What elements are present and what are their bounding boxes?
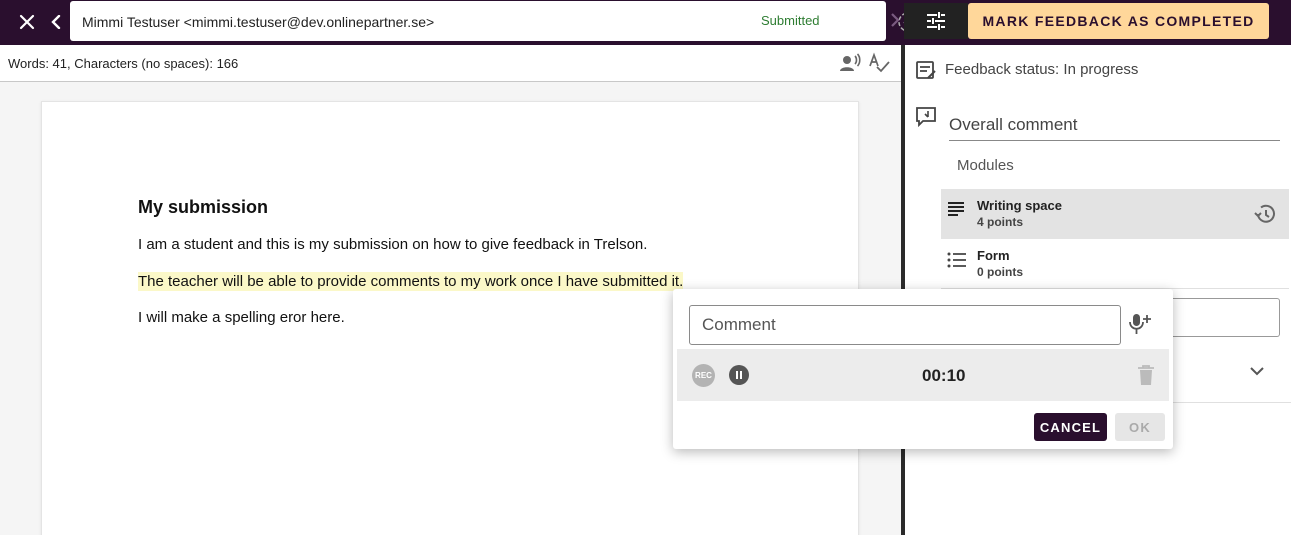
highlighted-paragraph[interactable]: The teacher will be able to provide comm…	[138, 272, 684, 291]
module-form[interactable]: Form 0 points	[941, 239, 1289, 289]
comment-input[interactable]	[689, 305, 1121, 345]
module-name: Writing space	[977, 198, 1063, 213]
module-points: 0 points	[977, 265, 1024, 279]
pause-icon	[736, 371, 742, 379]
word-count: Words: 41, Characters (no spaces): 166	[8, 56, 239, 71]
document-toolbar: Words: 41, Characters (no spaces): 166	[0, 45, 901, 82]
feedback-status-icon	[915, 59, 937, 86]
settings-button[interactable]	[904, 3, 968, 39]
delete-recording-button[interactable]	[1137, 364, 1155, 391]
voice-recording-row: REC 00:10	[677, 349, 1169, 401]
student-name: Mimmi Testuser <mimmi.testuser@dev.onlin…	[82, 14, 435, 30]
document-paragraph: I am a student and this is my submission…	[138, 236, 648, 253]
tune-icon	[927, 12, 945, 30]
overall-comment-field[interactable]: Overall comment	[949, 115, 1077, 135]
module-points: 4 points	[977, 215, 1024, 229]
previous-student-button[interactable]	[46, 10, 66, 34]
document-paragraph: I will make a spelling eror here.	[138, 309, 345, 326]
module-name: Form	[977, 248, 1010, 263]
text-to-speech-icon[interactable]	[839, 52, 861, 79]
record-button[interactable]: REC	[692, 364, 715, 387]
feedback-status: Feedback status: In progress	[945, 61, 1139, 78]
mark-feedback-completed-button[interactable]: MARK FEEDBACK AS COMPLETED	[968, 3, 1269, 39]
chevron-right-icon	[891, 13, 900, 27]
recording-timer: 00:10	[922, 366, 966, 385]
notes-icon	[947, 201, 965, 222]
microphone-plus-icon	[1129, 314, 1151, 334]
modules-heading: Modules	[957, 157, 1014, 174]
section-divider	[1173, 402, 1291, 403]
trash-icon	[1138, 365, 1154, 385]
submission-status: Submitted	[761, 13, 820, 28]
pause-button[interactable]	[729, 365, 749, 385]
partially-hidden-input[interactable]	[1160, 298, 1280, 337]
chevron-left-icon	[51, 15, 61, 29]
list-icon	[947, 251, 967, 274]
add-voice-comment-button[interactable]	[1127, 311, 1153, 342]
close-button[interactable]	[14, 10, 40, 34]
history-icon[interactable]	[1253, 202, 1277, 231]
overall-comment-underline	[949, 140, 1280, 141]
next-student-button[interactable]	[890, 12, 900, 33]
document-title: My submission	[138, 197, 269, 217]
cancel-button[interactable]: CANCEL	[1034, 413, 1107, 441]
ok-button[interactable]: OK	[1115, 413, 1165, 441]
close-icon	[19, 14, 35, 30]
top-bar: Mimmi Testuser <mimmi.testuser@dev.onlin…	[0, 0, 1291, 45]
spellcheck-icon[interactable]	[868, 52, 890, 79]
chevron-down-icon[interactable]	[1250, 363, 1264, 381]
student-select[interactable]: Mimmi Testuser <mimmi.testuser@dev.onlin…	[70, 1, 934, 41]
module-writing-space[interactable]: Writing space 4 points	[941, 189, 1289, 239]
comment-popup: REC 00:10 CANCEL OK	[673, 289, 1173, 449]
comment-icon	[915, 106, 937, 133]
